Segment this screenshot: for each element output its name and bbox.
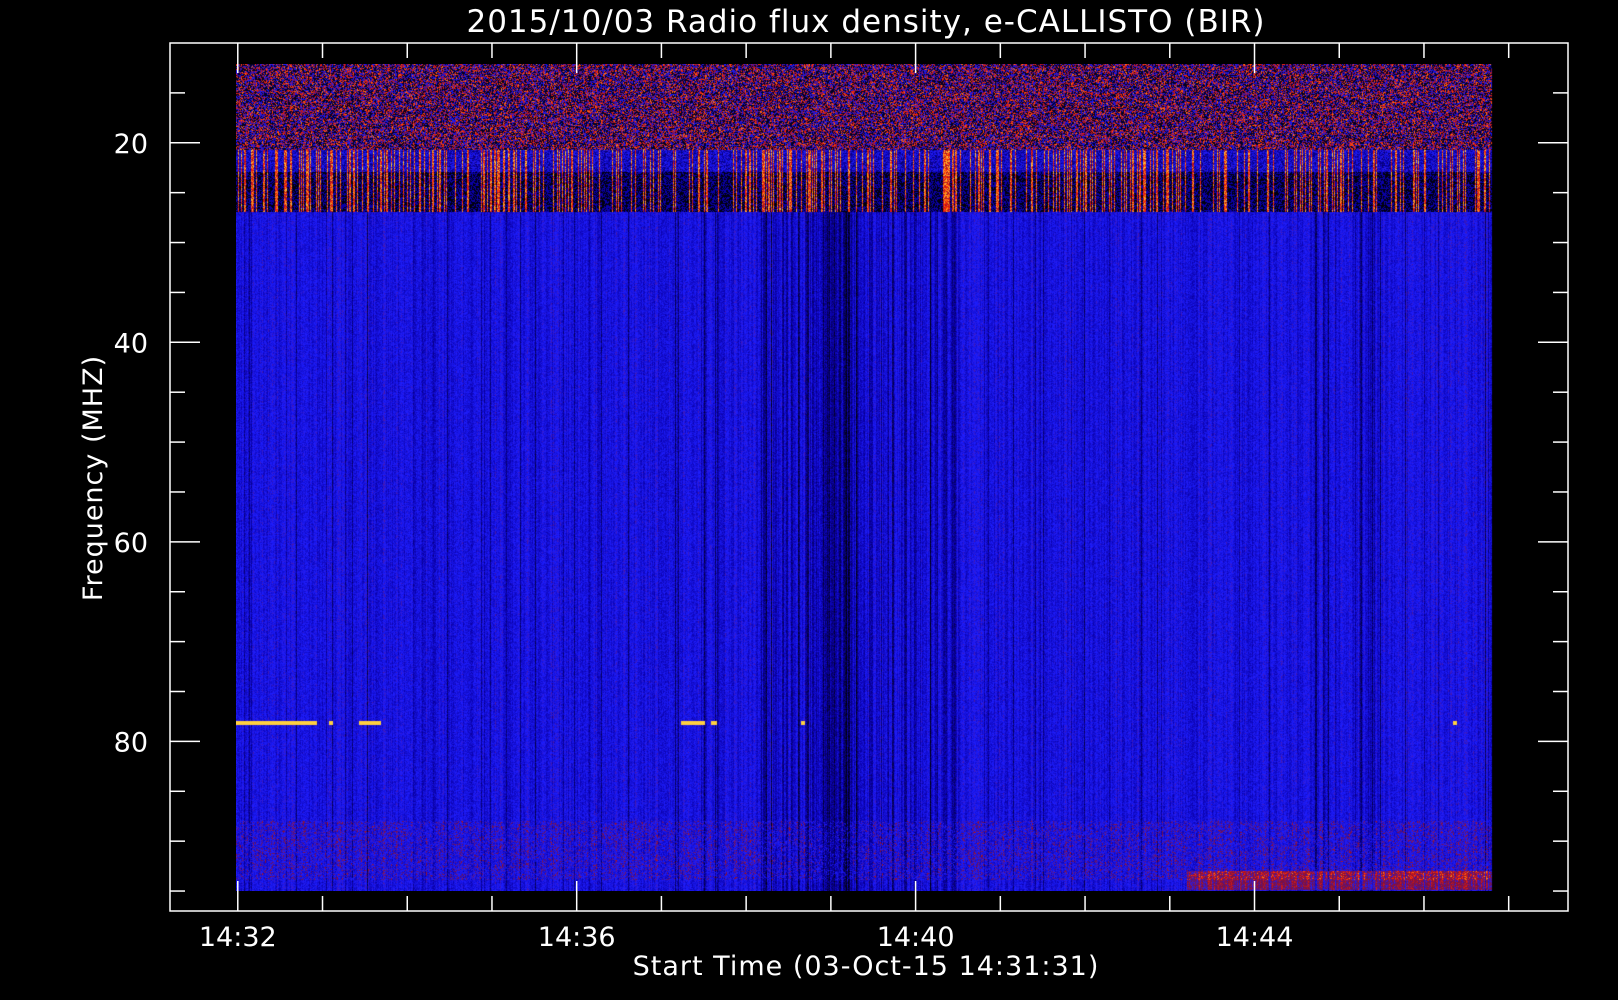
spectrogram-canvas — [236, 64, 1502, 891]
y-tick-label: 60 — [114, 528, 148, 559]
spectrogram-chart: 2015/10/03 Radio flux density, e-CALLIST… — [0, 0, 1618, 1000]
x-tick-label: 14:40 — [877, 922, 955, 953]
x-axis-label: Start Time (03-Oct-15 14:31:31) — [633, 951, 1100, 982]
x-tick-label: 14:32 — [199, 922, 277, 953]
y-tick-label: 40 — [114, 328, 148, 359]
x-tick-label: 14:44 — [1216, 922, 1294, 953]
y-tick-label: 80 — [114, 727, 148, 758]
x-tick-label: 14:36 — [538, 922, 616, 953]
spectrogram-area — [236, 64, 1502, 891]
y-tick-label: 20 — [114, 129, 148, 160]
chart-title: 2015/10/03 Radio flux density, e-CALLIST… — [466, 4, 1265, 40]
y-axis-label: Frequency (MHZ) — [78, 355, 109, 601]
